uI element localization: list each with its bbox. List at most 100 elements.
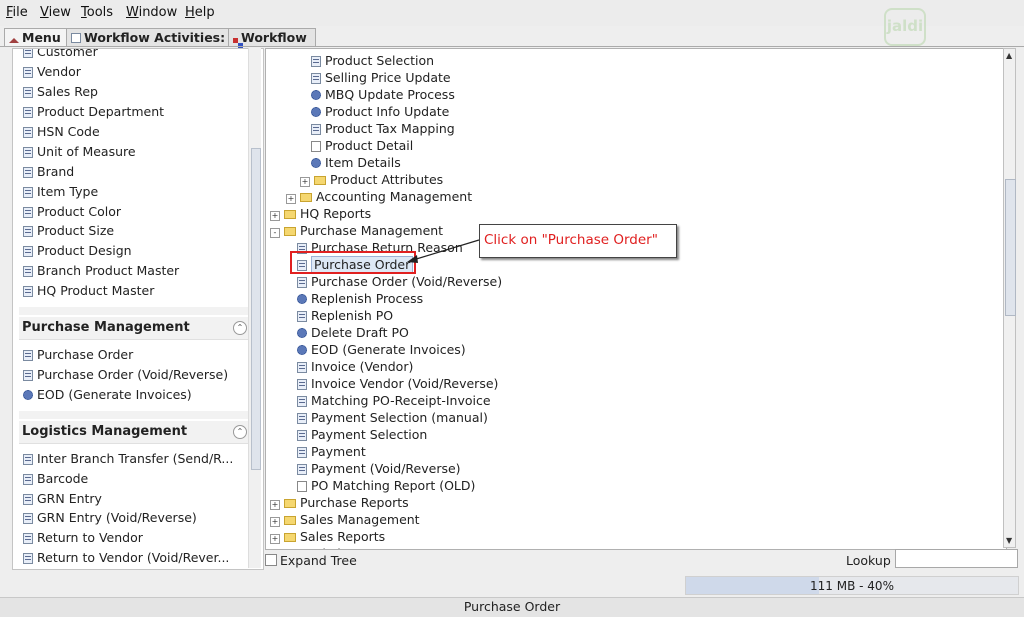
left-item[interactable]: Customer — [23, 49, 98, 61]
tree-row[interactable]: EOD (Generate Invoices) — [297, 341, 466, 358]
tree-row[interactable]: - Purchase Management — [270, 222, 443, 239]
left-item-label: HSN Code — [37, 124, 100, 139]
tree-row[interactable]: Product Tax Mapping — [311, 120, 455, 137]
collapse-icon[interactable]: ⌃ — [233, 425, 247, 439]
tree-row[interactable]: Product Info Update — [311, 103, 449, 120]
expand-icon[interactable]: + — [270, 500, 280, 510]
left-item[interactable]: Purchase Order — [23, 345, 133, 364]
left-item-label: GRN Entry (Void/Reverse) — [37, 510, 197, 525]
left-item[interactable]: Sales Rep — [23, 82, 98, 101]
tab-menu[interactable]: Menu — [4, 28, 70, 46]
expand-icon[interactable]: + — [270, 534, 280, 544]
left-item-label: Item Type — [37, 184, 99, 199]
menu-window[interactable]: Window — [126, 5, 177, 20]
tree-row[interactable]: PO Matching Report (OLD) — [297, 477, 475, 494]
window-icon — [23, 226, 33, 237]
tree-row[interactable]: + HQ Reports — [270, 205, 371, 222]
scrollbar-thumb[interactable] — [1005, 179, 1016, 316]
left-item-label: EOD (Generate Invoices) — [37, 387, 192, 402]
tree-row[interactable]: Replenish Process — [297, 290, 423, 307]
left-item[interactable]: Product Design — [23, 241, 132, 260]
menu-file[interactable]: File — [6, 5, 28, 20]
tree-row[interactable]: Payment — [297, 443, 366, 460]
tree-scrollbar[interactable]: ▲ ▼ — [1003, 48, 1016, 548]
gear-icon — [297, 294, 307, 304]
window-icon — [23, 454, 33, 465]
scrollbar-thumb[interactable] — [251, 148, 261, 470]
window-icon — [297, 396, 307, 407]
tree-row[interactable]: Payment Selection — [297, 426, 427, 443]
expand-icon[interactable]: + — [270, 517, 280, 527]
tab-workflow[interactable]: Workflow — [228, 28, 316, 46]
tree-row[interactable]: Payment (Void/Reverse) — [297, 460, 461, 477]
gear-icon — [311, 90, 321, 100]
left-item[interactable]: Item Type — [23, 182, 98, 201]
menu-view[interactable]: View — [40, 5, 71, 20]
tree-row[interactable]: Item Details — [311, 154, 401, 171]
tree-row[interactable]: + Accounting Management — [286, 188, 472, 205]
left-item[interactable]: Brand — [23, 162, 74, 181]
gear-icon — [311, 158, 321, 168]
left-item[interactable]: Inter Branch Transfer (Send/R... — [23, 449, 233, 468]
left-item[interactable]: Vendor — [23, 62, 81, 81]
tree-row-label: Sales Reports — [300, 529, 386, 544]
tree-row[interactable]: Selling Price Update — [311, 69, 451, 86]
tree-row[interactable]: Payment Selection (manual) — [297, 409, 488, 426]
expand-tree-checkbox[interactable]: Expand Tree — [265, 553, 357, 568]
menu-tools[interactable]: Tools — [81, 5, 113, 20]
left-item[interactable]: Return to Vendor — [23, 528, 143, 547]
left-item[interactable]: HSN Code — [23, 122, 100, 141]
scroll-down-icon[interactable]: ▼ — [1006, 536, 1012, 545]
window-icon — [311, 56, 321, 67]
tree-row[interactable]: + Purchase Reports — [270, 494, 409, 511]
tree-row-label: Matching PO-Receipt-Invoice — [311, 393, 491, 408]
tab-workflow-activities[interactable]: Workflow Activities: 0 — [66, 28, 238, 46]
expand-icon[interactable]: + — [270, 211, 280, 221]
left-item[interactable]: EOD (Generate Invoices) — [23, 385, 192, 404]
tree-row[interactable]: + Sales Management — [270, 511, 420, 528]
section-header-purchase-management[interactable]: Purchase Management ⌃ — [19, 317, 253, 340]
lookup-input[interactable] — [895, 549, 1018, 568]
tree-row[interactable]: Product Detail — [311, 137, 413, 154]
left-item[interactable]: Product Size — [23, 221, 114, 240]
left-item[interactable]: Return to Vendor (Void/Rever... — [23, 548, 229, 567]
tree-row[interactable]: Invoice (Vendor) — [297, 358, 413, 375]
left-item[interactable]: Purchase Order (Void/Reverse) — [23, 365, 228, 384]
left-item[interactable]: Product Department — [23, 102, 164, 121]
left-item[interactable]: Barcode — [23, 469, 88, 488]
window-icon — [23, 474, 33, 485]
left-item[interactable]: HQ Product Master — [23, 281, 154, 300]
tree-row-label: Product Tax Mapping — [325, 121, 455, 136]
expand-icon[interactable]: + — [286, 194, 296, 204]
menu-help[interactable]: Help — [185, 5, 215, 20]
callout-text: Click on "Purchase Order" — [484, 232, 658, 248]
tree-row[interactable]: Matching PO-Receipt-Invoice — [297, 392, 491, 409]
instruction-callout: Click on "Purchase Order" — [479, 224, 677, 258]
tree-row[interactable]: +Logistics Management — [270, 545, 440, 549]
memory-indicator[interactable]: 111 MB - 40% — [685, 576, 1019, 595]
collapse-icon[interactable]: ⌃ — [233, 321, 247, 335]
checkbox-icon[interactable] — [265, 554, 277, 566]
left-item[interactable]: Product Color — [23, 202, 121, 221]
left-panel-scrollbar[interactable] — [248, 48, 261, 568]
expand-icon[interactable]: + — [300, 177, 310, 187]
tree-row[interactable]: Replenish PO — [297, 307, 393, 324]
tree-row[interactable]: Product Selection — [311, 52, 434, 69]
left-item[interactable]: Branch Product Master — [23, 261, 179, 280]
left-item-label: Purchase Order (Void/Reverse) — [37, 367, 229, 382]
report-icon — [311, 141, 321, 152]
tree-row[interactable]: Invoice Vendor (Void/Reverse) — [297, 375, 498, 392]
tree-row[interactable]: Delete Draft PO — [297, 324, 409, 341]
left-item[interactable]: Unit of Measure — [23, 142, 136, 161]
tree-row[interactable]: + Product Attributes — [300, 171, 443, 188]
tree-row[interactable]: Purchase Order (Void/Reverse) — [297, 273, 502, 290]
tab-workflow-label: Workflow — [241, 30, 307, 45]
tree-row[interactable]: + Sales Reports — [270, 528, 385, 545]
left-item[interactable]: GRN Entry (Void/Reverse) — [23, 508, 197, 527]
tree-row[interactable]: MBQ Update Process — [311, 86, 455, 103]
scroll-up-icon[interactable]: ▲ — [1006, 51, 1012, 60]
tree-row-label: Payment — [311, 444, 366, 459]
section-header-logistics-management[interactable]: Logistics Management ⌃ — [19, 421, 253, 444]
left-item[interactable]: GRN Entry — [23, 489, 102, 508]
collapse-icon[interactable]: - — [270, 228, 280, 238]
